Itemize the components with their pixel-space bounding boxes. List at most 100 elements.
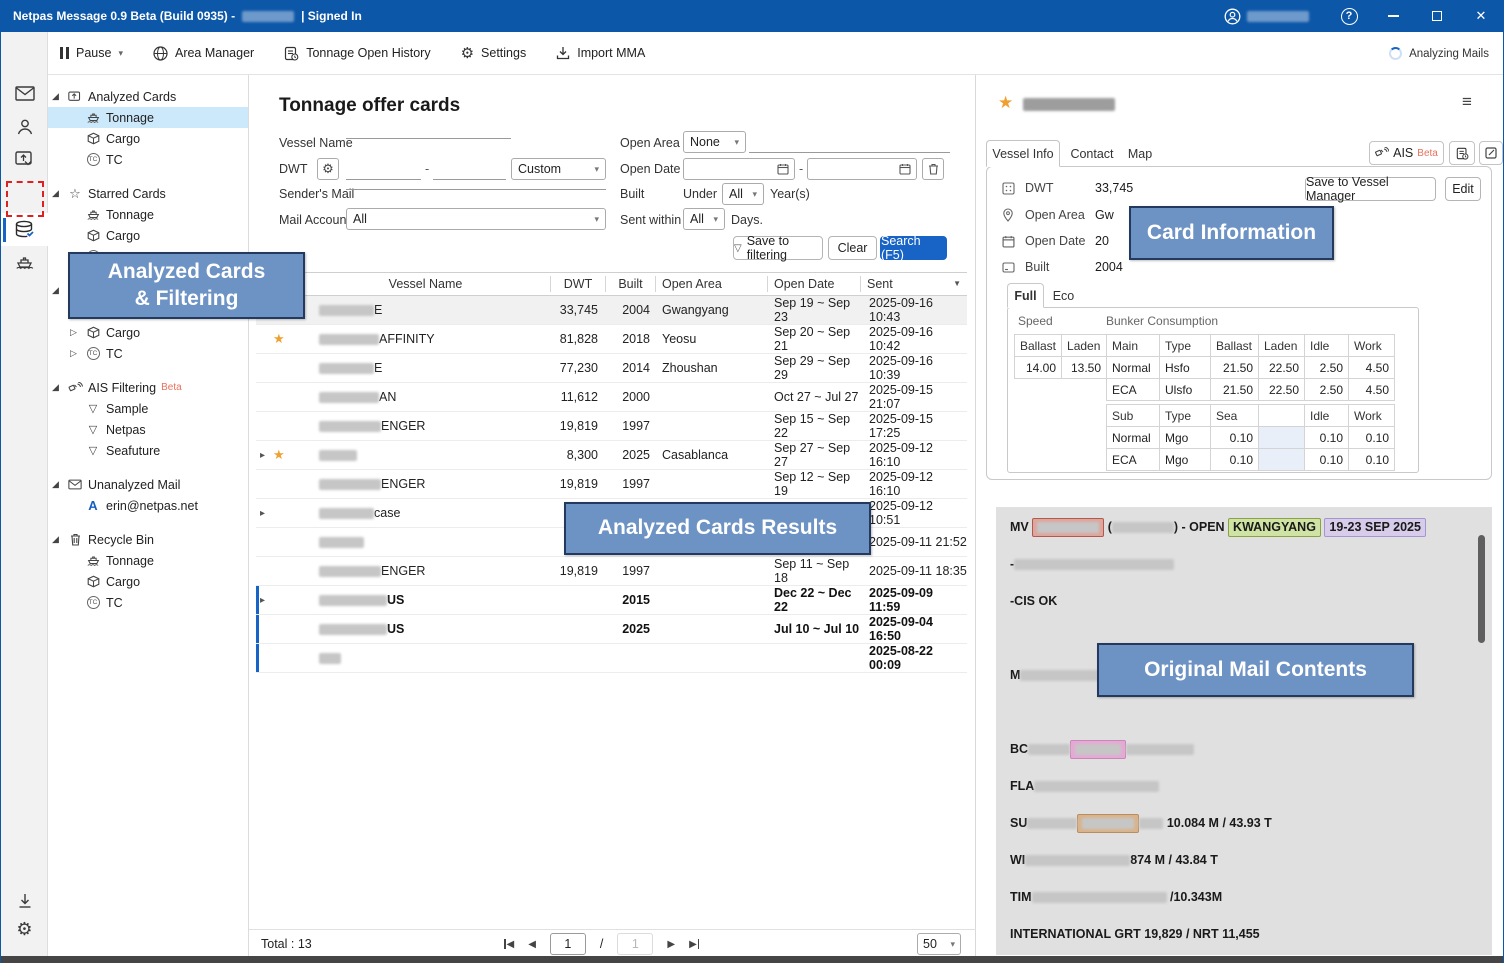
open-date-to-input[interactable] (807, 158, 917, 180)
settings-button[interactable]: ⚙ Settings (461, 44, 527, 62)
area-manager-button[interactable]: Area Manager (153, 46, 254, 61)
minimize-button[interactable] (1371, 0, 1415, 32)
import-mma-button[interactable]: Import MMA (556, 46, 645, 60)
table-row[interactable]: AN 11,612 2000 Oct 27 ~ Jul 27 2025-09-1… (256, 383, 967, 412)
page-size-select[interactable]: 50 ▾ (917, 933, 961, 955)
tree-row[interactable]: ◢ ☆ Starred Cards (48, 183, 248, 204)
tree-row[interactable]: ◢ AIS Filtering Beta (48, 377, 248, 398)
tree-arrow-icon[interactable]: ◢ (52, 382, 67, 393)
tree-row[interactable]: TC TC (48, 592, 248, 613)
open-area-select[interactable]: None▾ (683, 131, 746, 153)
card-history-button[interactable] (1449, 141, 1475, 165)
built-select[interactable]: All▾ (722, 183, 764, 205)
tree-row[interactable]: Cargo (48, 571, 248, 592)
tree-row[interactable]: ◢ Recycle Bin (48, 529, 248, 550)
tree-arrow-icon[interactable]: ◢ (52, 479, 67, 490)
last-page-button[interactable]: ▶ (689, 939, 699, 950)
first-page-button[interactable]: ◀ (504, 939, 514, 950)
card-star-icon[interactable]: ★ (998, 93, 1013, 113)
dwt-settings-button[interactable]: ⚙ (317, 158, 339, 180)
rail-settings-button[interactable]: ⚙ (1, 913, 48, 946)
prev-page-button[interactable]: ◀ (528, 939, 536, 950)
tab-contact[interactable]: Contact (1066, 140, 1118, 167)
table-row[interactable]: 2025-08-22 00:09 (256, 644, 967, 673)
edit-button[interactable]: Edit (1445, 177, 1481, 201)
header-open-area[interactable]: Open Area (656, 276, 768, 292)
account-button[interactable] (1224, 8, 1309, 25)
tree-row[interactable]: ◢ Analyzed Cards (48, 86, 248, 107)
pause-button[interactable]: Pause ▾ (60, 46, 123, 60)
mail-scrollbar[interactable] (1478, 535, 1485, 643)
open-date-clear-button[interactable] (922, 158, 944, 180)
open-area-input[interactable] (749, 133, 950, 153)
tree-row[interactable]: Tonnage (48, 204, 248, 225)
next-page-button[interactable]: ▶ (667, 939, 675, 950)
tree-row[interactable]: A erin@netpas.net (48, 495, 248, 516)
header-dwt[interactable]: DWT (551, 276, 606, 292)
vessel-name-input[interactable] (346, 119, 511, 139)
table-row[interactable]: E 77,230 2014 Zhoushan Sep 29 ~ Sep 29 2… (256, 354, 967, 383)
header-open-date[interactable]: Open Date (768, 276, 861, 292)
tree-arrow-icon[interactable]: ◢ (52, 534, 67, 545)
tree-row[interactable]: TC TC (48, 149, 248, 170)
save-to-vessel-manager-button[interactable]: Save to Vessel Manager (1305, 177, 1436, 201)
header-vessel-name[interactable]: Vessel Name (301, 276, 551, 292)
table-row[interactable]: E 33,745 2004 Gwangyang Sep 19 ~ Sep 23 … (256, 296, 967, 325)
table-row[interactable]: US 2025 Jul 10 ~ Jul 10 2025-09-04 16:50 (256, 615, 967, 644)
header-sent[interactable]: Sent ▼ (861, 276, 967, 292)
tree-row[interactable]: ▽ Netpas (48, 419, 248, 440)
tree-row[interactable]: ▽ Seafuture (48, 440, 248, 461)
tree-row[interactable]: Tonnage (48, 107, 248, 128)
sort-desc-icon[interactable]: ▼ (953, 276, 961, 292)
tree-arrow-icon[interactable]: ◢ (52, 285, 67, 296)
search-button[interactable]: Search (F5) (880, 236, 947, 260)
table-row[interactable]: ▸ US 2015 Dec 22 ~ Dec 22 2025-09-09 11:… (256, 586, 967, 615)
tree-arrow-icon[interactable]: ▷ (70, 327, 85, 338)
tree-row[interactable]: ▷ TC TC (48, 343, 248, 364)
close-button[interactable]: ✕ (1459, 0, 1503, 32)
results-table-header[interactable]: Vessel Name DWT Built Open Area Open Dat… (256, 272, 967, 296)
tonnage-open-history-button[interactable]: Tonnage Open History (284, 46, 430, 61)
tree-row[interactable]: ▷ Cargo (48, 322, 248, 343)
rail-vessel-button[interactable] (1, 246, 48, 279)
maximize-button[interactable] (1415, 0, 1459, 32)
tab-full[interactable]: Full (1007, 283, 1044, 308)
tree-row[interactable]: Cargo (48, 128, 248, 149)
open-date-from-input[interactable] (683, 158, 795, 180)
table-row[interactable]: ENGER 19,819 1997 Sep 11 ~ Sep 18 2025-0… (256, 557, 967, 586)
save-to-filtering-button[interactable]: ▽ Save to filtering (733, 236, 823, 260)
page-input[interactable]: 1 (550, 933, 586, 955)
rail-cards-button[interactable] (1, 213, 48, 246)
row-expand-icon[interactable]: ▸ (260, 508, 268, 519)
row-star-icon[interactable]: ★ (273, 447, 285, 463)
row-expand-icon[interactable]: ▸ (260, 595, 268, 606)
tree-row[interactable]: Tonnage (48, 550, 248, 571)
row-star-icon[interactable]: ★ (273, 331, 285, 347)
help-button[interactable]: ? (1327, 0, 1371, 32)
rail-contacts-button[interactable] (1, 110, 48, 143)
senders-mail-input[interactable] (346, 170, 606, 190)
header-built[interactable]: Built (606, 276, 656, 292)
tree-row[interactable]: ◢ Unanalyzed Mail (48, 474, 248, 495)
ais-button[interactable]: AIS Beta (1369, 141, 1444, 165)
tree-arrow-icon[interactable]: ◢ (52, 188, 67, 199)
mail-account-select[interactable]: All▾ (346, 208, 606, 230)
tree-arrow-icon[interactable]: ▷ (70, 348, 85, 359)
card-edit-note-button[interactable] (1479, 141, 1503, 165)
tree-row[interactable]: ▽ Sample (48, 398, 248, 419)
clear-button[interactable]: Clear (828, 236, 877, 260)
sent-within-select[interactable]: All▾ (683, 208, 725, 230)
table-row[interactable]: ▸ ★ 8,300 2025 Casablanca Sep 27 ~ Sep 2… (256, 441, 967, 470)
row-expand-icon[interactable]: ▸ (260, 450, 268, 461)
table-row[interactable]: ENGER 19,819 1997 Sep 12 ~ Sep 19 2025-0… (256, 470, 967, 499)
table-row[interactable]: ★ AFFINITY 81,828 2018 Yeosu Sep 20 ~ Se… (256, 325, 967, 354)
rail-mail-button[interactable] (1, 77, 48, 110)
tree-arrow-icon[interactable]: ◢ (52, 91, 67, 102)
tree-row[interactable]: Cargo (48, 225, 248, 246)
table-row[interactable]: ENGER 19,819 1997 Sep 15 ~ Sep 22 2025-0… (256, 412, 967, 441)
tab-map[interactable]: Map (1124, 140, 1156, 167)
tab-vessel-info[interactable]: Vessel Info (986, 140, 1060, 167)
tab-eco[interactable]: Eco (1047, 283, 1080, 308)
rail-analyzed-button[interactable] (1, 143, 48, 176)
menu-icon[interactable]: ≡ (1462, 92, 1472, 112)
